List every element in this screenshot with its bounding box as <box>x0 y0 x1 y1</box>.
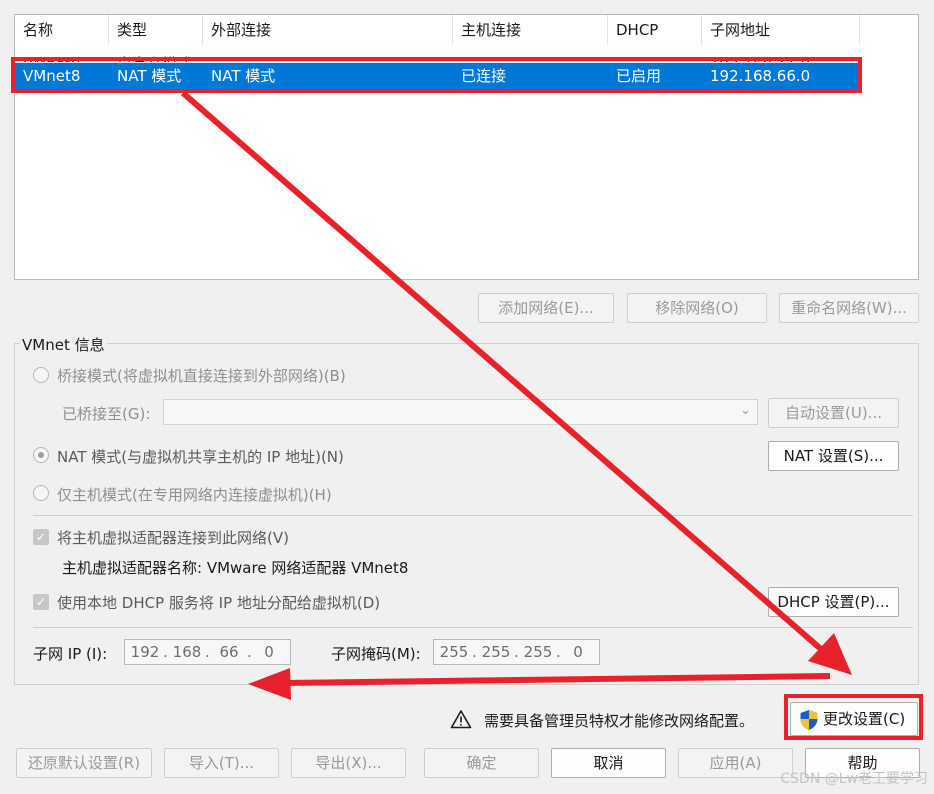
arrow-head-diagonal <box>808 633 852 675</box>
arrow-line-horizontal <box>284 673 831 686</box>
annotation-arrows <box>181 90 852 700</box>
arrow-line-diagonal <box>181 90 824 653</box>
arrow-head-horizontal <box>248 668 291 700</box>
watermark: CSDN @Lw老王要学习 <box>780 771 928 787</box>
